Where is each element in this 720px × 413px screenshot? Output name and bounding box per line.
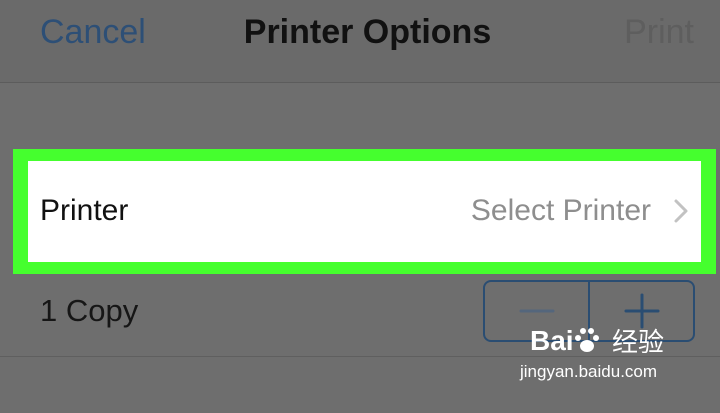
print-button[interactable]: Print <box>624 12 694 52</box>
watermark-url: jingyan.baidu.com <box>520 362 658 381</box>
baidu-logo-text: Bai <box>530 325 574 356</box>
copies-label: 1 Copy <box>40 293 139 328</box>
watermark-chinese-text: 经验 <box>612 327 665 357</box>
baidu-watermark: Bai 经验 jingyan.baidu.com <box>520 323 680 397</box>
paw-icon <box>575 328 599 352</box>
page-title: Printer Options <box>243 13 492 51</box>
printer-select-row[interactable]: Printer Select Printer <box>28 161 701 262</box>
select-printer-value: Select Printer <box>470 194 651 227</box>
chevron-right-icon <box>674 199 688 223</box>
printer-label: Printer <box>40 194 129 227</box>
navigation-bar: Cancel Printer Options Print <box>0 0 720 83</box>
